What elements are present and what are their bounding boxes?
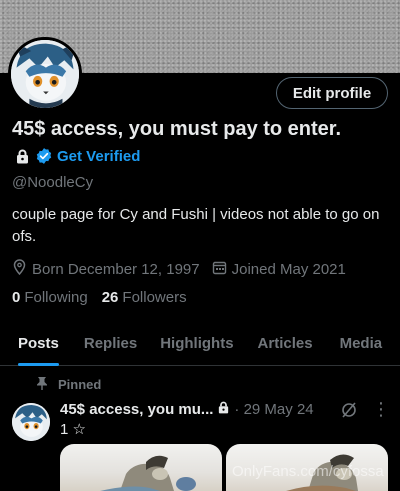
lock-icon [218,401,229,418]
tab-articles[interactable]: Articles [258,326,313,366]
more-icon[interactable]: ⋮ [372,400,390,418]
followers-label: Followers [122,289,187,306]
profile-bio: couple page for Cy and Fushi | videos no… [12,206,380,245]
tab-posts[interactable]: Posts [18,326,59,366]
profile-meta: Born December 12, 1997 Joined May 2021 [12,259,358,279]
media-watermark: OnlyFans.com/cyfossa [232,463,384,480]
following-count: 0 [12,289,21,306]
pin-icon [36,376,58,393]
following-link[interactable]: 0 Following [12,289,88,306]
followers-count: 26 [101,289,119,306]
get-verified-link[interactable]: Get Verified [57,148,140,165]
post-date[interactable]: · 29 May 24 [234,401,313,418]
verified-badge-icon[interactable] [35,146,53,173]
avatar-illustration [11,40,79,108]
tab-highlights[interactable]: Highlights [160,326,233,366]
profile-handle: @NoodleCy [12,174,94,191]
birth-date-text: Born December 12, 1997 [32,260,200,278]
join-date: Joined May 2021 [212,260,346,279]
pinned-indicator: Pinned [36,376,101,393]
birth-date: Born December 12, 1997 [12,259,200,279]
followers-link[interactable]: 26 Followers [102,289,187,306]
post-text: 1 ☆ [60,421,86,438]
post-media-1[interactable] [60,444,222,491]
grok-icon[interactable] [340,401,358,424]
pinned-label: Pinned [58,377,102,392]
join-date-text: Joined May 2021 [231,260,346,278]
profile-display-name: 45$ access, you must pay to enter. Get Ve… [12,116,342,173]
profile-tabs: Posts Replies Highlights Articles Media [0,326,400,366]
tab-media[interactable]: Media [340,326,383,366]
edit-profile-button[interactable]: Edit profile [276,77,388,109]
following-label: Following [24,289,88,306]
calendar-icon [212,260,232,279]
media-1-image [100,455,196,491]
post-avatar-illustration [12,403,50,441]
post-header: 45$ access, you mu... · 29 May 24 [60,401,314,418]
location-icon [12,259,32,279]
post-avatar[interactable] [12,403,50,441]
tab-replies[interactable]: Replies [84,326,137,366]
lock-icon [16,145,29,172]
profile-avatar[interactable] [8,37,82,111]
follow-counts: 0 Following 26 Followers [12,289,201,306]
post-author-name[interactable]: 45$ access, you mu... [60,401,213,418]
display-name-text: 45$ access, you must pay to enter. [12,118,342,140]
